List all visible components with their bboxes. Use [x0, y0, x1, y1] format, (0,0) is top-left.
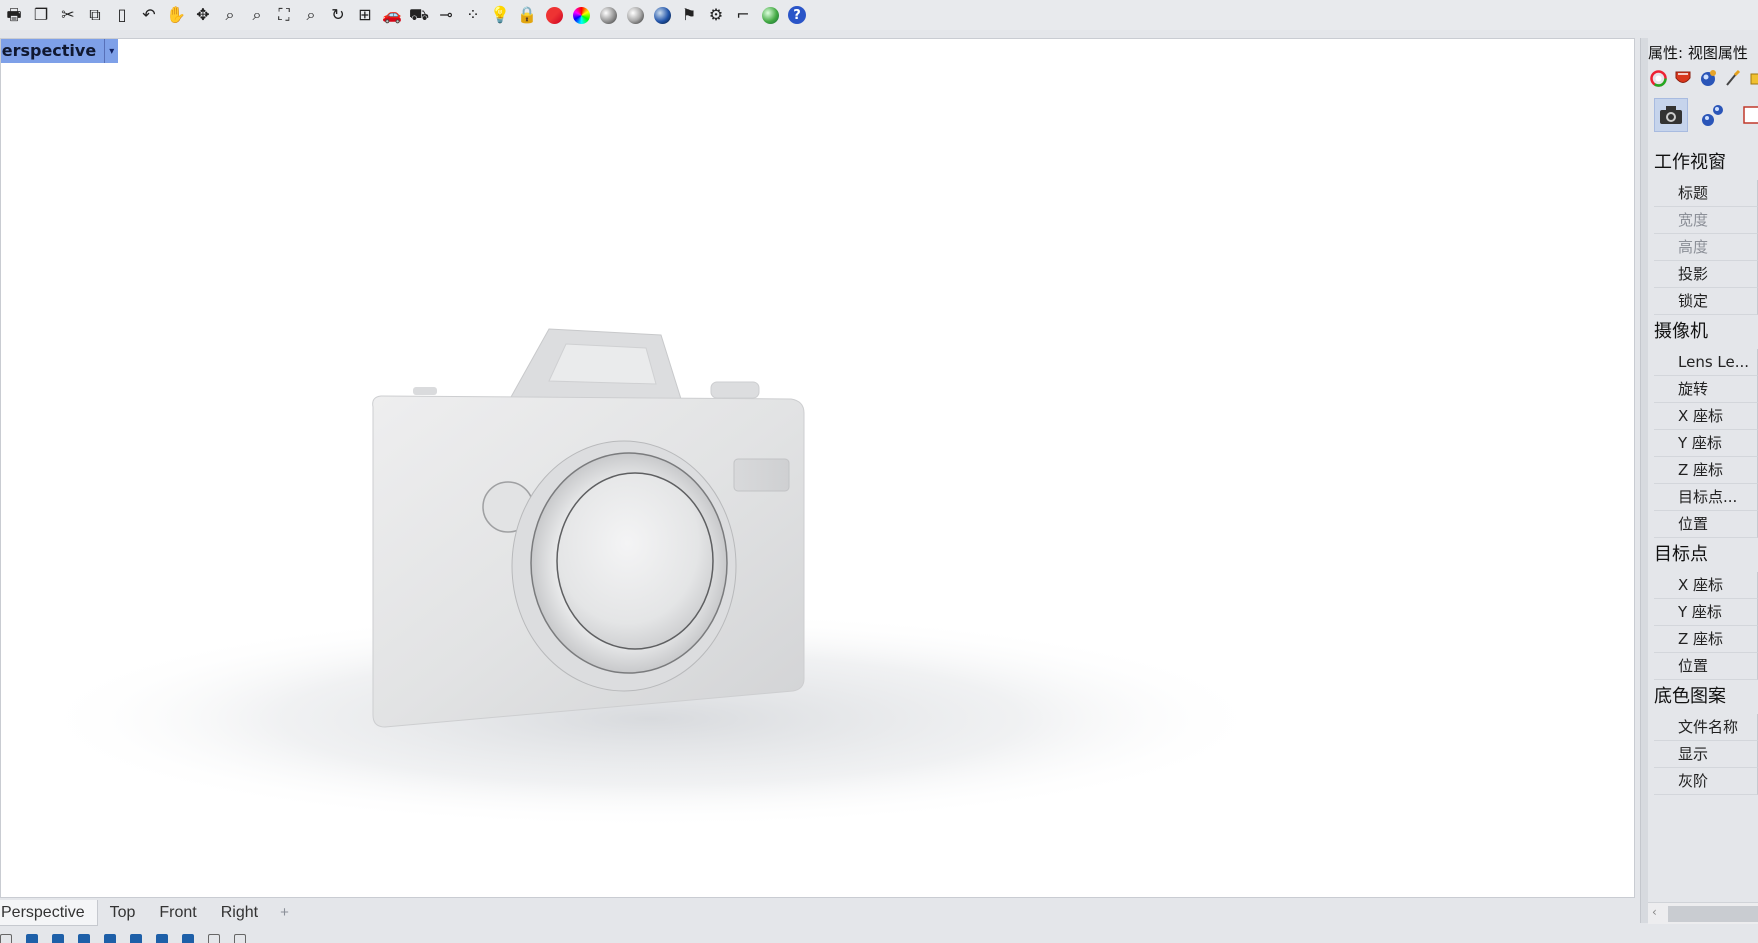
- osnap-checkbox[interactable]: [182, 934, 194, 943]
- section-header[interactable]: 目标点: [1654, 538, 1758, 572]
- new-file-icon[interactable]: ❐: [29, 3, 53, 27]
- property-row[interactable]: 灰阶: [1654, 768, 1758, 795]
- color-wheel-icon[interactable]: [569, 3, 593, 27]
- copy-icon[interactable]: ⧉: [83, 3, 107, 27]
- move-view-icon[interactable]: ✥: [191, 3, 215, 27]
- dimension-icon[interactable]: ⌐: [731, 3, 755, 27]
- property-row[interactable]: Z 座标: [1654, 457, 1758, 484]
- osnap-status-bar: [0, 930, 1635, 943]
- cut-icon[interactable]: ✂: [56, 3, 80, 27]
- zoom-icon[interactable]: ⌕: [218, 3, 242, 27]
- property-row[interactable]: Y 座标: [1654, 430, 1758, 457]
- scroll-left-icon[interactable]: ‹: [1652, 905, 1657, 919]
- blue-sphere-icon[interactable]: [650, 3, 674, 27]
- section-header[interactable]: 底色图案: [1654, 680, 1758, 714]
- viewport-frame-icon[interactable]: [1738, 98, 1758, 132]
- tab-right[interactable]: Right: [209, 900, 270, 926]
- lock-icon[interactable]: 🔒: [515, 3, 539, 27]
- camera-icon[interactable]: [1654, 98, 1688, 132]
- property-row[interactable]: 标题: [1654, 180, 1758, 207]
- add-tab-button[interactable]: +: [270, 900, 299, 926]
- property-row[interactable]: 文件名称: [1654, 714, 1758, 741]
- main-toolbar: 🖶 ❐ ✂ ⧉ ▯ ↶ ✋ ✥ ⌕ ⌕ ⛶ ⌕ ↻ ⊞ 🚗 ⛟ ⊸ ⁘ 💡 🔒 ⚑ ⚙ ⌐?: [0, 0, 1758, 30]
- property-row[interactable]: Lens Le...: [1654, 349, 1758, 376]
- viewport-title[interactable]: Perspective: [1, 39, 105, 63]
- gear-icon[interactable]: ⚙: [704, 3, 728, 27]
- light-icon[interactable]: 💡: [488, 3, 512, 27]
- properties-panel: 属性: 视图属性 工作视窗 标题 宽度 高度 投影 锁定 摄像机 Lens Le... 旋转 X …: [1648, 34, 1758, 924]
- perspective-viewport[interactable]: Perspective ▾: [0, 38, 1635, 898]
- property-row[interactable]: X 座标: [1654, 572, 1758, 599]
- shaded-sphere-icon[interactable]: [596, 3, 620, 27]
- property-row: 高度: [1654, 234, 1758, 261]
- flag-icon[interactable]: ⚑: [677, 3, 701, 27]
- help-icon[interactable]: ?: [785, 3, 809, 27]
- viewport-tabs: Perspective Top Front Right +: [0, 898, 1635, 928]
- property-row[interactable]: X 座标: [1654, 403, 1758, 430]
- osnap-checkbox[interactable]: [234, 934, 246, 943]
- render-objects-icon[interactable]: [1696, 98, 1730, 132]
- pan-hand-icon[interactable]: ✋: [164, 3, 188, 27]
- osnap-checkbox[interactable]: [52, 934, 64, 943]
- panel-splitter[interactable]: [1640, 38, 1648, 923]
- property-row[interactable]: Y 座标: [1654, 599, 1758, 626]
- osnap-checkbox[interactable]: [0, 934, 12, 943]
- four-viewports-icon[interactable]: ⊞: [353, 3, 377, 27]
- viewport-dropdown-icon[interactable]: ▾: [104, 39, 119, 63]
- camera-model-render: [31, 328, 1271, 829]
- property-row[interactable]: 位置: [1654, 511, 1758, 538]
- environment-icon[interactable]: [1698, 68, 1718, 88]
- property-row[interactable]: 目标点...: [1654, 484, 1758, 511]
- panel-icon-row: [1648, 68, 1758, 88]
- zoom-extents-icon[interactable]: ⛶: [272, 3, 296, 27]
- property-row[interactable]: 投影: [1654, 261, 1758, 288]
- osnap-checkbox[interactable]: [208, 934, 220, 943]
- material-icon[interactable]: [1673, 68, 1693, 88]
- panel-tab-icons: [1654, 98, 1758, 132]
- tab-top[interactable]: Top: [98, 900, 148, 926]
- color-wheel-icon[interactable]: [1648, 68, 1668, 88]
- globe-icon[interactable]: [758, 3, 782, 27]
- property-row[interactable]: 旋转: [1654, 376, 1758, 403]
- snap-icon[interactable]: ⊸: [434, 3, 458, 27]
- brush-icon[interactable]: [1723, 68, 1743, 88]
- property-row[interactable]: 显示: [1654, 741, 1758, 768]
- rotate-view-icon[interactable]: ↻: [326, 3, 350, 27]
- osnap-checkbox[interactable]: [26, 934, 38, 943]
- points-icon[interactable]: ⁘: [461, 3, 485, 27]
- osnap-checkbox[interactable]: [156, 934, 168, 943]
- tab-front[interactable]: Front: [147, 900, 208, 926]
- property-row[interactable]: 位置: [1654, 653, 1758, 680]
- zoom-selected-icon[interactable]: ⌕: [299, 3, 323, 27]
- layer-icon[interactable]: [542, 3, 566, 27]
- rendered-sphere-icon[interactable]: [623, 3, 647, 27]
- scroll-thumb[interactable]: [1668, 906, 1758, 922]
- osnap-checkbox[interactable]: [78, 934, 90, 943]
- property-row[interactable]: 锁定: [1654, 288, 1758, 315]
- section-header[interactable]: 工作视窗: [1654, 146, 1758, 180]
- property-list: 工作视窗 标题 宽度 高度 投影 锁定 摄像机 Lens Le... 旋转 X 座标 Y 座标 Z 座…: [1654, 146, 1758, 795]
- paste-icon[interactable]: ▯: [110, 3, 134, 27]
- osnap-checkbox[interactable]: [104, 934, 116, 943]
- panel-title: 属性: 视图属性: [1648, 44, 1748, 62]
- car-gray-icon[interactable]: ⛟: [407, 3, 431, 27]
- panel-horizontal-scrollbar[interactable]: ‹: [1648, 902, 1758, 924]
- folder-icon[interactable]: [1748, 68, 1758, 88]
- car-icon[interactable]: 🚗: [380, 3, 404, 27]
- print-icon[interactable]: 🖶: [2, 3, 26, 27]
- section-header[interactable]: 摄像机: [1654, 315, 1758, 349]
- viewport-title-bar[interactable]: Perspective ▾: [1, 39, 119, 63]
- property-row[interactable]: Z 座标: [1654, 626, 1758, 653]
- tab-perspective[interactable]: Perspective: [0, 900, 98, 926]
- zoom-window-icon[interactable]: ⌕: [245, 3, 269, 27]
- undo-icon[interactable]: ↶: [137, 3, 161, 27]
- osnap-checkbox[interactable]: [130, 934, 142, 943]
- property-row: 宽度: [1654, 207, 1758, 234]
